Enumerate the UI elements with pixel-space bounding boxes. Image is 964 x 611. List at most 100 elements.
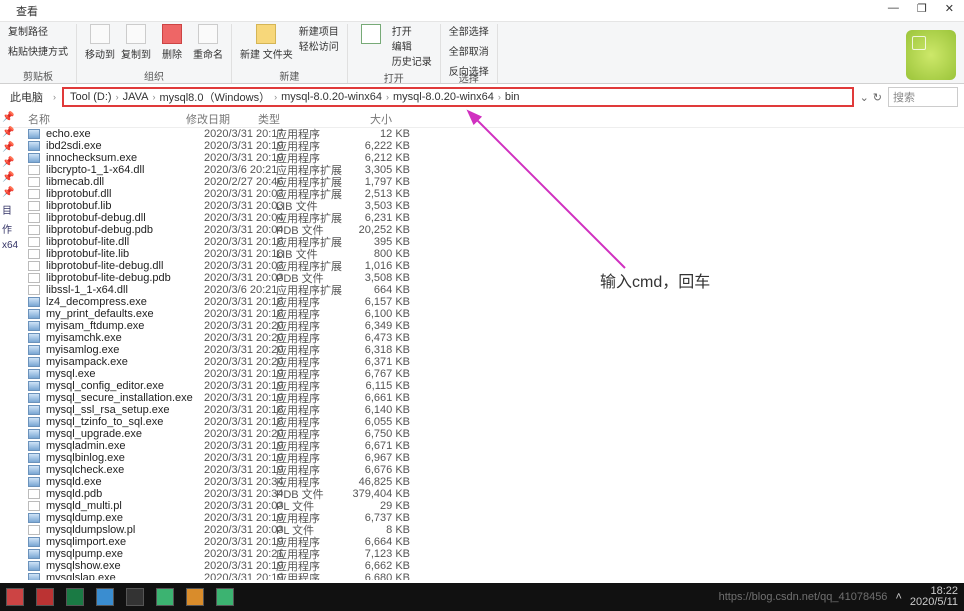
file-icon bbox=[28, 333, 40, 343]
breadcrumb-segment[interactable]: mysql-8.0.20-winx64 bbox=[281, 91, 382, 103]
breadcrumb-segment[interactable]: mysql8.0（Windows） bbox=[159, 89, 270, 105]
taskbar[interactable]: https://blog.csdn.net/qq_41078456 ˄ 18:2… bbox=[0, 583, 964, 611]
new-folder-button[interactable]: 新建 文件夹 bbox=[240, 24, 293, 61]
file-date: 2020/3/31 20:34 bbox=[204, 488, 276, 500]
file-row[interactable]: myisam_ftdump.exe2020/3/31 20:20应用程序6,34… bbox=[20, 320, 964, 332]
file-row[interactable]: libprotobuf-debug.pdb2020/3/31 20:04PDB … bbox=[20, 224, 964, 236]
header-name[interactable]: 名称 bbox=[28, 111, 186, 127]
taskbar-app-icon[interactable] bbox=[186, 588, 204, 606]
file-size: 2,513 KB bbox=[348, 188, 418, 200]
quick-access-pin-icon[interactable]: 📌 bbox=[0, 125, 20, 140]
quick-access-pin-icon[interactable]: 📌 bbox=[0, 170, 20, 185]
taskbar-app-icon[interactable] bbox=[6, 588, 24, 606]
file-row[interactable]: libprotobuf.dll2020/3/31 20:03应用程序扩展2,51… bbox=[20, 188, 964, 200]
file-row[interactable]: mysqld_multi.pl2020/3/31 20:03PL 文件29 KB bbox=[20, 500, 964, 512]
move-to-button[interactable]: 移动到 bbox=[85, 24, 115, 61]
taskbar-app-icon[interactable] bbox=[66, 588, 84, 606]
taskbar-app-icon[interactable] bbox=[216, 588, 234, 606]
file-row[interactable]: mysqlslap.exe2020/3/31 20:19应用程序6,680 KB bbox=[20, 572, 964, 580]
minimize-button[interactable]: — bbox=[888, 2, 899, 15]
refresh-icon[interactable]: ↻ bbox=[873, 91, 882, 104]
file-row[interactable]: mysql_upgrade.exe2020/3/31 20:20应用程序6,75… bbox=[20, 428, 964, 440]
this-pc-label[interactable]: 此电脑 bbox=[6, 89, 47, 105]
taskbar-app-icon[interactable] bbox=[36, 588, 54, 606]
quick-access-pin-icon[interactable]: 📌 bbox=[0, 155, 20, 170]
edit-button[interactable]: 编辑 bbox=[392, 41, 432, 55]
paste-shortcut-button[interactable]: 粘贴快捷方式 bbox=[8, 46, 68, 60]
file-row[interactable]: echo.exe2020/3/31 20:17应用程序12 KB bbox=[20, 128, 964, 140]
file-row[interactable]: mysqldump.exe2020/3/31 20:19应用程序6,737 KB bbox=[20, 512, 964, 524]
new-item-button[interactable]: 新建项目 bbox=[299, 26, 339, 40]
file-row[interactable]: libprotobuf-lite.lib2020/3/31 20:18LIB 文… bbox=[20, 248, 964, 260]
quick-access-pin-icon[interactable]: 📌 bbox=[0, 185, 20, 200]
file-row[interactable]: lz4_decompress.exe2020/3/31 20:18应用程序6,1… bbox=[20, 296, 964, 308]
file-row[interactable]: libcrypto-1_1-x64.dll2020/3/6 20:21应用程序扩… bbox=[20, 164, 964, 176]
sidebar-label[interactable]: 目 bbox=[0, 200, 20, 219]
dropdown-icon[interactable]: ⌄ bbox=[860, 91, 869, 104]
file-row[interactable]: mysql_tzinfo_to_sql.exe2020/3/31 20:18应用… bbox=[20, 416, 964, 428]
maximize-button[interactable]: ❐ bbox=[917, 2, 927, 15]
header-size[interactable]: 大小 bbox=[330, 111, 400, 127]
breadcrumb-segment[interactable]: JAVA bbox=[123, 91, 149, 103]
file-row[interactable]: my_print_defaults.exe2020/3/31 20:18应用程序… bbox=[20, 308, 964, 320]
ribbon-tab-view[interactable]: 查看 bbox=[8, 1, 46, 21]
file-row[interactable]: mysqldumpslow.pl2020/3/31 20:03PL 文件8 KB bbox=[20, 524, 964, 536]
taskbar-app-icon[interactable] bbox=[126, 588, 144, 606]
file-row[interactable]: ibd2sdi.exe2020/3/31 20:19应用程序6,222 KB bbox=[20, 140, 964, 152]
file-row[interactable]: innochecksum.exe2020/3/31 20:19应用程序6,212… bbox=[20, 152, 964, 164]
file-row[interactable]: libmecab.dll2020/2/27 20:46应用程序扩展1,797 K… bbox=[20, 176, 964, 188]
quick-access-pin-icon[interactable]: 📌 bbox=[0, 110, 20, 125]
history-button[interactable]: 历史记录 bbox=[392, 56, 432, 70]
properties-button[interactable] bbox=[356, 24, 386, 44]
file-row[interactable]: mysqlbinlog.exe2020/3/31 20:19应用程序6,967 … bbox=[20, 452, 964, 464]
tray-up-icon[interactable]: ˄ bbox=[895, 591, 901, 603]
file-date: 2020/3/31 20:20 bbox=[204, 344, 276, 356]
file-list[interactable]: echo.exe2020/3/31 20:17应用程序12 KBibd2sdi.… bbox=[20, 128, 964, 580]
breadcrumb-segment[interactable]: Tool (D:) bbox=[70, 91, 112, 103]
file-row[interactable]: libprotobuf.lib2020/3/31 20:03LIB 文件3,50… bbox=[20, 200, 964, 212]
taskbar-app-icon[interactable] bbox=[156, 588, 174, 606]
file-row[interactable]: myisampack.exe2020/3/31 20:20应用程序6,371 K… bbox=[20, 356, 964, 368]
file-row[interactable]: myisamchk.exe2020/3/31 20:20应用程序6,473 KB bbox=[20, 332, 964, 344]
file-row[interactable]: libprotobuf-lite.dll2020/3/31 20:18应用程序扩… bbox=[20, 236, 964, 248]
delete-button[interactable]: 删除 bbox=[157, 24, 187, 61]
rename-button[interactable]: 重命名 bbox=[193, 24, 223, 61]
sidebar-label[interactable]: x64 bbox=[0, 238, 20, 253]
file-row[interactable]: mysql.exe2020/3/31 20:19应用程序6,767 KB bbox=[20, 368, 964, 380]
header-type[interactable]: 类型 bbox=[258, 111, 330, 127]
file-row[interactable]: mysqld.pdb2020/3/31 20:34PDB 文件379,404 K… bbox=[20, 488, 964, 500]
file-row[interactable]: libprotobuf-debug.dll2020/3/31 20:04应用程序… bbox=[20, 212, 964, 224]
file-row[interactable]: myisamlog.exe2020/3/31 20:20应用程序6,318 KB bbox=[20, 344, 964, 356]
close-button[interactable]: ✕ bbox=[945, 2, 954, 15]
open-button[interactable]: 打开 bbox=[392, 26, 432, 40]
breadcrumb-segment[interactable]: mysql-8.0.20-winx64 bbox=[393, 91, 494, 103]
file-size: 800 KB bbox=[348, 248, 418, 260]
file-row[interactable]: mysql_config_editor.exe2020/3/31 20:19应用… bbox=[20, 380, 964, 392]
select-all-button[interactable]: 全部选择 bbox=[449, 26, 489, 40]
breadcrumb-segment[interactable]: bin bbox=[505, 91, 520, 103]
file-row[interactable]: mysqlshow.exe2020/3/31 20:19应用程序6,662 KB bbox=[20, 560, 964, 572]
file-row[interactable]: mysql_secure_installation.exe2020/3/31 2… bbox=[20, 392, 964, 404]
file-icon bbox=[28, 141, 40, 151]
file-row[interactable]: mysql_ssl_rsa_setup.exe2020/3/31 20:18应用… bbox=[20, 404, 964, 416]
copy-to-button[interactable]: 复制到 bbox=[121, 24, 151, 61]
file-row[interactable]: mysqladmin.exe2020/3/31 20:19应用程序6,671 K… bbox=[20, 440, 964, 452]
easy-access-button[interactable]: 轻松访问 bbox=[299, 41, 339, 55]
quick-access-pin-icon[interactable]: 📌 bbox=[0, 140, 20, 155]
header-date[interactable]: 修改日期 bbox=[186, 111, 258, 127]
sidebar-label[interactable]: 作 bbox=[0, 219, 20, 238]
file-size: 7,123 KB bbox=[348, 548, 418, 560]
file-row[interactable]: mysqlimport.exe2020/3/31 20:19应用程序6,664 … bbox=[20, 536, 964, 548]
copy-path-button[interactable]: 复制路径 bbox=[8, 26, 48, 40]
search-input[interactable]: 搜索 bbox=[888, 87, 958, 107]
file-row[interactable]: libprotobuf-lite-debug.dll2020/3/31 20:0… bbox=[20, 260, 964, 272]
address-bar[interactable]: Tool (D:)›JAVA›mysql8.0（Windows）›mysql-8… bbox=[62, 87, 854, 107]
file-row[interactable]: libssl-1_1-x64.dll2020/3/6 20:21应用程序扩展66… bbox=[20, 284, 964, 296]
file-row[interactable]: mysqld.exe2020/3/31 20:34应用程序46,825 KB bbox=[20, 476, 964, 488]
taskbar-app-icon[interactable] bbox=[96, 588, 114, 606]
file-row[interactable]: mysqlcheck.exe2020/3/31 20:19应用程序6,676 K… bbox=[20, 464, 964, 476]
taskbar-clock[interactable]: 18:22 2020/5/11 bbox=[910, 586, 958, 608]
file-row[interactable]: libprotobuf-lite-debug.pdb2020/3/31 20:0… bbox=[20, 272, 964, 284]
file-row[interactable]: mysqlpump.exe2020/3/31 20:21应用程序7,123 KB bbox=[20, 548, 964, 560]
select-none-button[interactable]: 全部取消 bbox=[449, 46, 489, 60]
